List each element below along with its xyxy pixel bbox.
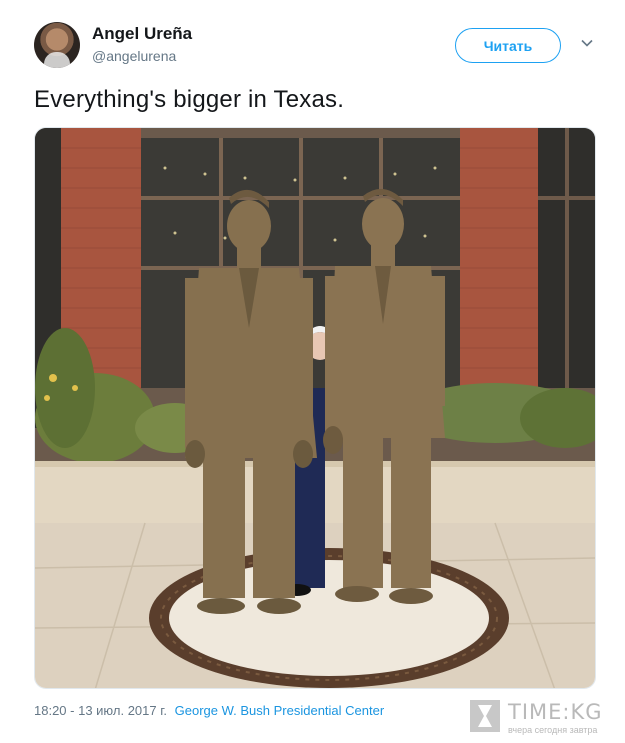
watermark-brand: TIME:KG (508, 700, 603, 724)
tweet-header: Angel Ureña @angelurena Читать (34, 22, 600, 72)
user-handle[interactable]: @angelurena (92, 48, 176, 64)
hourglass-icon (470, 700, 500, 732)
location-link[interactable]: George W. Bush Presidential Center (175, 703, 385, 718)
photo-image (35, 128, 595, 688)
tweet-photo[interactable] (34, 127, 596, 689)
chevron-down-icon[interactable] (580, 36, 594, 50)
follow-button[interactable]: Читать (455, 28, 561, 63)
watermark-tagline: вчера сегодня завтра (508, 725, 598, 735)
watermark: TIME:KG вчера сегодня завтра (470, 700, 610, 736)
user-name[interactable]: Angel Ureña (92, 24, 192, 44)
tweet-text: Everything's bigger in Texas. (34, 86, 345, 113)
timestamp[interactable]: 18:20 - 13 июл. 2017 г. (34, 703, 167, 718)
avatar[interactable] (34, 22, 80, 68)
tweet-meta: 18:20 - 13 июл. 2017 г. George W. Bush P… (34, 703, 384, 718)
